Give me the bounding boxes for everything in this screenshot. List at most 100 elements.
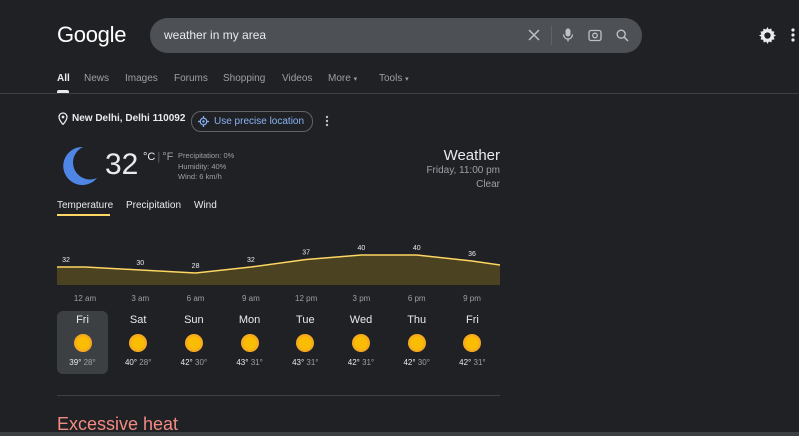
forecast-high: 42° xyxy=(180,358,193,367)
forecast-day[interactable]: Mon 43° 31° xyxy=(224,311,275,374)
forecast-low: 28° xyxy=(83,358,96,367)
forecast-day[interactable]: Fri 42° 31° xyxy=(447,311,498,374)
time-axis-label: 9 pm xyxy=(463,294,481,303)
tab-wind[interactable]: Wind xyxy=(194,200,217,211)
settings-gear-icon[interactable] xyxy=(759,27,776,49)
forecast-day[interactable]: Wed 42° 31° xyxy=(336,311,387,374)
temperature-data-label: 30 xyxy=(136,260,144,267)
forecast-day-name: Mon xyxy=(238,314,261,326)
time-axis-label: 3 pm xyxy=(353,294,371,303)
time-axis-label: 6 pm xyxy=(408,294,426,303)
forecast-low: 30° xyxy=(195,358,208,367)
bottom-scroll-edge xyxy=(0,432,799,436)
sun-icon xyxy=(184,333,204,353)
forecast-day-name: Sun xyxy=(184,314,204,326)
tab-images[interactable]: Images xyxy=(125,73,158,84)
tab-temperature[interactable]: Temperature xyxy=(57,200,113,211)
tab-precipitation[interactable]: Precipitation xyxy=(126,200,181,211)
time-axis-label: 6 am xyxy=(187,294,205,303)
forecast-day-name: Fri xyxy=(76,314,89,326)
forecast-day[interactable]: Sun 42° 30° xyxy=(168,311,219,374)
location-row: New Delhi, Delhi 110092 xyxy=(58,112,185,125)
time-axis-label: 12 am xyxy=(74,294,97,303)
sun-icon xyxy=(128,333,148,353)
more-options-icon[interactable] xyxy=(325,114,329,132)
sun-icon xyxy=(73,333,93,353)
forecast-high: 43° xyxy=(292,358,305,367)
sun-icon xyxy=(240,333,260,353)
temperature-data-label: 32 xyxy=(247,257,255,264)
weather-condition: Clear xyxy=(476,179,500,190)
tab-tools[interactable]: Tools ▾ xyxy=(379,73,409,84)
precipitation-text: Precipitation: 0% xyxy=(178,151,235,160)
wind-text: Wind: 6 km/h xyxy=(178,172,222,181)
moon-icon xyxy=(59,145,99,192)
tab-news[interactable]: News xyxy=(84,73,109,84)
tab-more[interactable]: More ▾ xyxy=(328,73,357,84)
temperature-data-label: 32 xyxy=(62,257,70,264)
forecast-high: 42° xyxy=(347,358,360,367)
tab-all[interactable]: All xyxy=(57,73,70,84)
temperature-tab-underline xyxy=(57,214,110,216)
forecast-day-name: Wed xyxy=(349,314,373,326)
forecast-high: 40° xyxy=(124,358,138,367)
clear-icon[interactable] xyxy=(524,25,544,45)
temperature-data-label: 37 xyxy=(302,250,310,257)
weather-title: Weather xyxy=(443,147,500,164)
location-name: New Delhi, Delhi 110092 xyxy=(72,113,186,124)
forecast-high: 42° xyxy=(459,358,472,367)
fahrenheit-unit[interactable]: °F xyxy=(162,151,173,163)
camera-lens-icon[interactable] xyxy=(585,25,605,45)
apps-grid-icon[interactable] xyxy=(791,28,799,47)
forecast-day[interactable]: Sat 40° 28° xyxy=(113,311,164,374)
forecast-low: 31° xyxy=(306,358,319,367)
current-temperature: 32 xyxy=(105,148,139,181)
sun-icon xyxy=(295,333,315,353)
forecast-day-name: Thu xyxy=(407,314,427,326)
microphone-icon[interactable] xyxy=(558,25,578,45)
temperature-chart: 32 12 am 30 3 am 28 6 am 32 9 am 37 12 pm 40 3 pm 40… xyxy=(57,245,500,303)
time-axis-label: 3 am xyxy=(131,294,149,303)
temperature-data-label: 40 xyxy=(413,245,421,252)
use-precise-location-button[interactable]: Use precise location xyxy=(191,111,314,132)
google-logo[interactable]: Google xyxy=(57,22,126,48)
celsius-unit[interactable]: °C xyxy=(143,151,155,163)
crosshair-icon xyxy=(198,116,209,127)
search-icon[interactable] xyxy=(612,25,632,45)
weather-details: Precipitation: 0% Humidity: 40% Wind: 6 … xyxy=(178,151,234,183)
search-input[interactable]: weather in my area xyxy=(164,28,266,42)
section-divider xyxy=(57,395,500,396)
search-box[interactable]: weather in my area xyxy=(150,18,642,53)
forecast-low: 31° xyxy=(473,358,486,367)
header-divider xyxy=(0,93,799,94)
weather-time: Friday, 11:00 pm xyxy=(426,165,500,176)
forecast-high: 43° xyxy=(236,358,249,367)
forecast-day-name: Tue xyxy=(296,314,315,326)
sun-icon xyxy=(351,333,371,353)
forecast-day[interactable]: Thu 42° 30° xyxy=(391,311,442,374)
sun-icon xyxy=(462,333,482,353)
unit-separator: | xyxy=(157,151,161,163)
forecast-high: 39° xyxy=(69,358,82,367)
tab-tools-label: Tools xyxy=(379,73,403,84)
tab-videos[interactable]: Videos xyxy=(282,73,312,84)
temperature-data-label: 36 xyxy=(468,251,476,258)
forecast-day[interactable]: Tue 43° 31° xyxy=(280,311,331,374)
humidity-text: Humidity: 40% xyxy=(178,161,227,171)
forecast-low: 28° xyxy=(139,358,152,367)
unit-toggle: °C | °F xyxy=(143,151,173,163)
chevron-down-icon: ▾ xyxy=(405,76,409,83)
precise-location-label: Use precise location xyxy=(214,116,305,127)
location-pin-icon xyxy=(58,112,68,125)
forecast-day[interactable]: Fri 39° 28° xyxy=(57,311,108,374)
forecast-high: 42° xyxy=(403,358,416,367)
search-divider xyxy=(551,26,552,45)
forecast-low: 31° xyxy=(362,358,375,367)
sun-icon xyxy=(407,333,427,353)
tab-forums[interactable]: Forums xyxy=(174,73,208,84)
temperature-area xyxy=(57,255,500,285)
time-axis-label: 9 am xyxy=(242,294,260,303)
tab-shopping[interactable]: Shopping xyxy=(223,73,265,84)
chevron-down-icon: ▾ xyxy=(353,76,358,83)
forecast-day-name: Sat xyxy=(129,314,147,326)
